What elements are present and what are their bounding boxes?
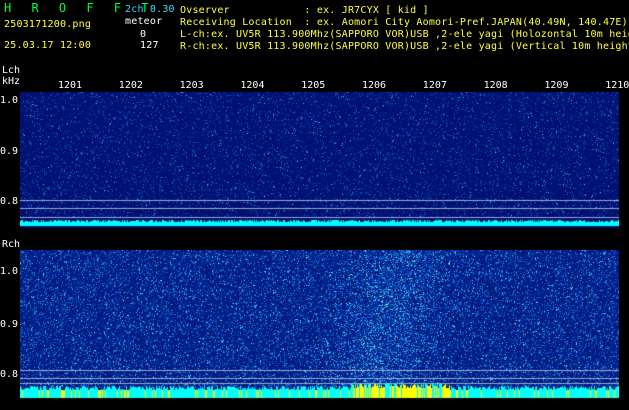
time-tick: 1201 (58, 80, 83, 91)
time-tick: 1203 (179, 80, 204, 91)
time-tick: 1207 (422, 80, 447, 91)
location-line: Receiving Location : ex. Aomori City Aom… (180, 17, 628, 28)
time-tick: 1205 (301, 80, 326, 91)
version-label: 2ch 0.30 (125, 4, 175, 15)
time-tick: 1202 (118, 80, 143, 91)
lch-spectrogram (20, 92, 619, 232)
meteor-count-rch: 127 (140, 40, 159, 51)
datetime-label: 25.03.17 12:00 (4, 40, 92, 51)
lch-config-line: L-ch:ex. UV5R 113.900Mhz(SAPPORO VOR)USB… (180, 29, 629, 40)
freq-tick: 0.9 (0, 319, 19, 330)
lch-label: Lch (2, 65, 21, 76)
observer-line: Ovserver : ex. JR7CYX [ kid ] (180, 5, 429, 16)
freq-tick: 0.8 (0, 196, 19, 207)
rch-label: Rch (2, 239, 21, 250)
freq-tick: 1.0 (0, 266, 19, 277)
rch-spectrogram (20, 250, 619, 402)
freq-tick: 0.8 (0, 369, 19, 380)
freq-tick: 1.0 (0, 95, 19, 106)
time-tick: 1204 (240, 80, 265, 91)
meteor-label: meteor (125, 16, 163, 27)
time-tick: 1210 (605, 80, 629, 91)
time-tick: 1208 (483, 80, 508, 91)
filename-label: 2503171200.png (4, 19, 92, 30)
lch-unit-label: kHz (2, 76, 21, 87)
time-tick: 1209 (544, 80, 569, 91)
freq-tick: 0.9 (0, 146, 19, 157)
time-tick: 1206 (362, 80, 387, 91)
rch-config-line: R-ch:ex. UV5R 113.900Mhz(SAPPORO VOR)USB… (180, 41, 629, 52)
